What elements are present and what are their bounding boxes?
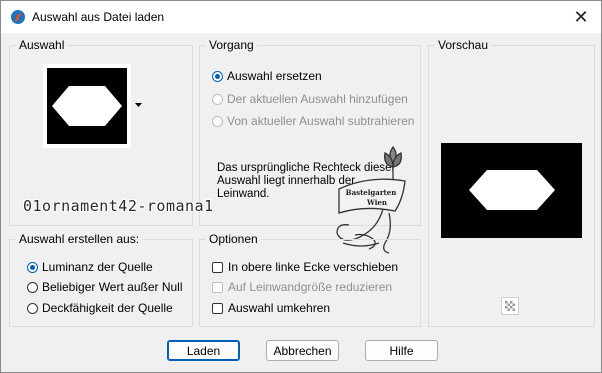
selection-thumbnail[interactable]	[43, 64, 131, 148]
help-button[interactable]: Hilfe	[365, 340, 438, 361]
load-button[interactable]: Laden	[167, 340, 240, 361]
radio-hinzufuegen[interactable]: Der aktuellen Auswahl hinzufügen	[212, 91, 408, 107]
app-icon	[11, 10, 25, 24]
radio-label: Der aktuellen Auswahl hinzufügen	[227, 92, 408, 106]
watermark-text: 01ornament42-romana1	[23, 197, 214, 215]
radio-indicator	[27, 261, 38, 273]
window-title: Auswahl aus Datei laden	[32, 10, 165, 24]
checkbox-label: In obere linke Ecke verschieben	[228, 260, 399, 274]
close-button[interactable]: ✕	[561, 1, 601, 33]
group-vorgang-label: Vorgang	[206, 38, 257, 52]
group-optionen-label: Optionen	[206, 232, 261, 246]
checkbox-label: Auswahl umkehren	[228, 301, 331, 315]
dialog-window: Auswahl aus Datei laden ✕ Auswahl Vorgan…	[0, 0, 602, 373]
group-erstellen-label: Auswahl erstellen aus:	[16, 232, 143, 246]
radio-indicator	[212, 115, 223, 127]
transparency-toggle[interactable]	[501, 297, 519, 315]
radio-subtrahieren[interactable]: Von aktueller Auswahl subtrahieren	[212, 113, 414, 129]
watermark-stamp-line-2: Wien	[366, 198, 387, 207]
group-optionen: Optionen In obere linke Ecke verschieben…	[199, 232, 421, 327]
radio-label: Beliebiger Wert außer Null	[42, 280, 183, 294]
check-auswahl-umkehren[interactable]: Auswahl umkehren	[212, 300, 330, 316]
radio-indicator	[212, 70, 223, 82]
check-leinwandgroesse[interactable]: Auf Leinwandgröße reduzieren	[212, 279, 392, 295]
group-vorschau: Vorschau	[428, 38, 595, 327]
cancel-button[interactable]: Abbrechen	[266, 340, 339, 361]
radio-label: Auswahl ersetzen	[227, 69, 322, 83]
radio-indicator	[27, 302, 38, 314]
radio-label: Von aktueller Auswahl subtrahieren	[227, 114, 415, 128]
preview-canvas	[441, 143, 582, 238]
radio-indicator	[212, 93, 223, 105]
radio-beliebiger-wert[interactable]: Beliebiger Wert außer Null	[27, 279, 183, 295]
selection-thumbnail-image	[47, 68, 127, 144]
title-bar: Auswahl aus Datei laden ✕	[1, 1, 601, 33]
watermark-stamp-line-1: Bastelgarten	[346, 188, 397, 197]
group-vorschau-label: Vorschau	[435, 38, 492, 52]
checkerboard-icon	[505, 301, 515, 311]
checkbox-indicator	[212, 302, 223, 314]
checkbox-label: Auf Leinwandgröße reduzieren	[228, 280, 393, 294]
checkbox-indicator	[212, 281, 223, 293]
hexagon-shape	[52, 86, 122, 126]
radio-deckfaehigkeit[interactable]: Deckfähigkeit der Quelle	[27, 300, 173, 316]
radio-auswahl-ersetzen[interactable]: Auswahl ersetzen	[212, 68, 322, 84]
radio-label: Deckfähigkeit der Quelle	[42, 301, 173, 315]
dropdown-arrow-icon[interactable]	[135, 103, 142, 108]
group-erstellen: Auswahl erstellen aus: Luminanz der Quel…	[9, 232, 193, 327]
radio-luminanz[interactable]: Luminanz der Quelle	[27, 259, 153, 275]
close-icon: ✕	[573, 6, 589, 27]
check-obere-linke-ecke[interactable]: In obere linke Ecke verschieben	[212, 259, 398, 275]
radio-label: Luminanz der Quelle	[42, 260, 153, 274]
radio-indicator	[27, 281, 38, 293]
checkbox-indicator	[212, 261, 223, 273]
preview-hexagon-shape	[469, 170, 555, 210]
group-auswahl-label: Auswahl	[16, 38, 68, 52]
